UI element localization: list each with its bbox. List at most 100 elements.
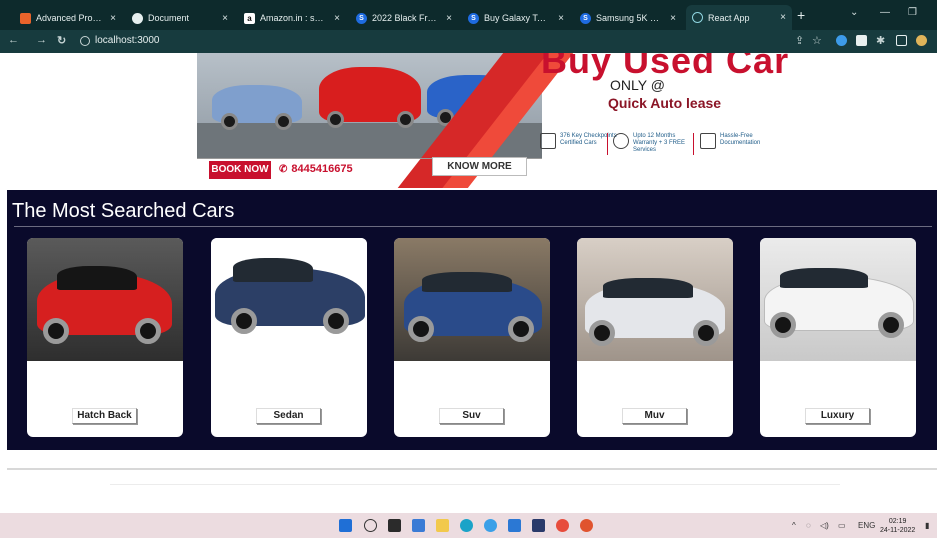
tab-black-friday[interactable]: S 2022 Black Friday Dea × — [350, 7, 458, 29]
chrome-icon[interactable] — [556, 519, 569, 532]
most-searched-cars-section: The Most Searched Cars Hatch Back Sedan … — [7, 190, 937, 450]
language-indicator[interactable]: ENG — [858, 521, 875, 530]
samsung-icon: S — [356, 12, 367, 24]
tab-title: Samsung 5K Welcome — [596, 13, 662, 23]
volume-icon[interactable]: ◁) — [820, 521, 829, 530]
tab-title: Advanced Problem So — [36, 13, 102, 23]
star-icon[interactable]: ☆ — [812, 34, 822, 47]
car-card-muv[interactable]: Muv — [577, 238, 733, 437]
sidebar-icon[interactable] — [896, 35, 907, 46]
edge-icon[interactable] — [460, 519, 473, 532]
maximize-icon[interactable]: ❐ — [908, 7, 917, 18]
tab-advanced-problem[interactable]: Advanced Problem So × — [14, 7, 122, 29]
task-view-icon[interactable] — [388, 519, 401, 532]
tab-document[interactable]: Document × — [126, 7, 234, 29]
close-icon[interactable]: × — [107, 13, 116, 24]
know-more-button[interactable]: KNOW MORE — [432, 157, 527, 176]
close-icon[interactable]: × — [331, 13, 340, 24]
new-tab-button[interactable]: + — [797, 8, 805, 22]
tab-title: React App — [708, 12, 750, 23]
hatchback-button[interactable]: Hatch Back — [72, 408, 137, 424]
powerpoint-icon[interactable] — [580, 519, 593, 532]
notification-icon[interactable]: ▮ — [925, 521, 929, 530]
reload-icon[interactable]: ↻ — [57, 34, 66, 47]
badge-icon — [613, 133, 629, 149]
react-icon — [692, 12, 703, 23]
browser-tab-strip: Advanced Problem So × Document × a Amazo… — [0, 0, 937, 30]
globe-icon — [132, 12, 143, 24]
tab-title: Buy Galaxy Tab A7 Lite — [484, 13, 550, 23]
os-taskbar: ^ ◌ ◁) ▭ ENG 02:19 24-11-2022 ▮ — [0, 513, 937, 538]
divider — [110, 484, 840, 485]
forward-icon[interactable]: → — [36, 34, 47, 46]
folder-icon[interactable] — [436, 519, 449, 532]
divider — [7, 468, 937, 470]
widgets-icon[interactable] — [412, 519, 425, 532]
checklist-icon — [540, 133, 556, 149]
tab-galaxy-tab[interactable]: S Buy Galaxy Tab A7 Lite × — [462, 7, 570, 29]
muv-button[interactable]: Muv — [622, 408, 687, 424]
hero-banner: Buy Used Car ONLY @ Quick Auto lease 376… — [197, 53, 937, 188]
tab-react-app[interactable]: React App × — [686, 5, 792, 30]
suv-button[interactable]: Suv — [439, 408, 504, 424]
car-card-suv[interactable]: Suv — [394, 238, 550, 437]
keyboard-icon[interactable]: ▭ — [838, 521, 846, 530]
orange-logo-icon — [20, 12, 31, 24]
close-icon[interactable]: × — [219, 13, 228, 24]
divider — [14, 226, 932, 227]
sedan-button[interactable]: Sedan — [256, 408, 321, 424]
sedan-car-image — [211, 238, 367, 361]
tab-amazon[interactable]: a Amazon.in : samsung × — [238, 7, 346, 29]
info-icon — [80, 35, 90, 46]
car-card-hatchback[interactable]: Hatch Back — [27, 238, 183, 437]
phone-icon: ✆ — [279, 163, 288, 175]
samsung-icon: S — [468, 12, 479, 24]
url-text: localhost:3000 — [95, 35, 160, 46]
search-icon[interactable] — [364, 519, 377, 532]
chevron-down-icon[interactable]: ⌄ — [850, 7, 858, 18]
puzzle-icon[interactable]: ✱ — [876, 34, 885, 47]
feature-checkpoints: 376 Key Checkpoints Certified Cars — [540, 133, 620, 149]
close-icon[interactable]: × — [555, 13, 564, 24]
extension-icon[interactable] — [856, 35, 867, 46]
samsung-icon: S — [580, 12, 591, 24]
luxury-button[interactable]: Luxury — [805, 408, 870, 424]
tab-title: Amazon.in : samsung — [260, 13, 327, 23]
feature-warranty: Upto 12 Months Warranty + 3 FREE Service… — [613, 133, 693, 154]
address-bar: ← → ↻ localhost:3000 ⇪ ☆ ✱ — [0, 30, 937, 53]
close-icon[interactable]: × — [443, 13, 452, 24]
document-icon — [700, 133, 716, 149]
app-icon[interactable] — [484, 519, 497, 532]
windows-start-icon[interactable] — [339, 519, 352, 532]
tab-title: Document — [148, 13, 190, 23]
app-icon[interactable] — [532, 519, 545, 532]
clock[interactable]: 02:19 24-11-2022 — [880, 517, 915, 535]
tab-title: 2022 Black Friday Dea — [372, 13, 438, 23]
extension-icon[interactable] — [836, 35, 847, 46]
url-field[interactable]: localhost:3000 — [80, 35, 160, 46]
luxury-car-image — [760, 238, 916, 361]
car-card-luxury[interactable]: Luxury — [760, 238, 916, 437]
phone-number[interactable]: ✆ 8445416675 — [279, 163, 353, 175]
amazon-icon: a — [244, 12, 255, 24]
hero-brand-text: Quick Auto lease — [608, 95, 722, 111]
hatchback-car-image — [27, 238, 183, 361]
feature-documentation: Hassle-Free Documentation — [700, 133, 780, 149]
share-icon[interactable]: ⇪ — [795, 34, 804, 47]
muv-car-image — [577, 238, 733, 361]
back-icon[interactable]: ← — [8, 34, 19, 46]
book-now-button[interactable]: BOOK NOW — [209, 161, 271, 179]
hero-heading: Buy Used Car — [541, 53, 790, 81]
suv-car-image — [394, 238, 550, 361]
section-title: The Most Searched Cars — [12, 200, 235, 222]
avatar[interactable] — [916, 35, 927, 46]
car-card-sedan[interactable]: Sedan — [211, 238, 367, 437]
minimize-icon[interactable]: — — [880, 7, 890, 18]
vscode-icon[interactable] — [508, 519, 521, 532]
network-icon[interactable]: ◌ — [806, 521, 811, 530]
hero-only-text: ONLY @ — [610, 77, 665, 93]
tab-samsung-welcome[interactable]: S Samsung 5K Welcome × — [574, 7, 682, 29]
close-icon[interactable]: × — [777, 12, 786, 23]
close-icon[interactable]: × — [667, 13, 676, 24]
chevron-up-icon[interactable]: ^ — [792, 521, 796, 530]
